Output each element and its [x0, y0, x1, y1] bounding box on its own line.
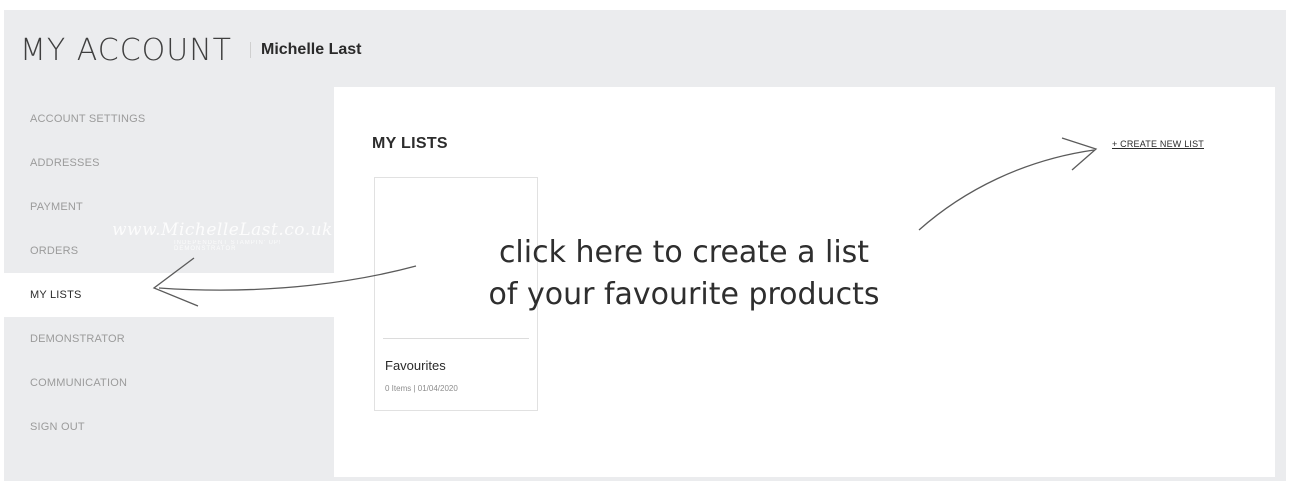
arrow-head-left-icon [152, 257, 199, 307]
arrow-to-create-list-icon [918, 149, 1095, 231]
annotation-arrows [152, 137, 1098, 307]
arrow-to-my-lists-icon [158, 265, 417, 291]
account-page: MY ACCOUNT Michelle Last ACCOUNT SETTING… [0, 10, 1286, 481]
arrow-head-right-icon [1061, 137, 1098, 171]
